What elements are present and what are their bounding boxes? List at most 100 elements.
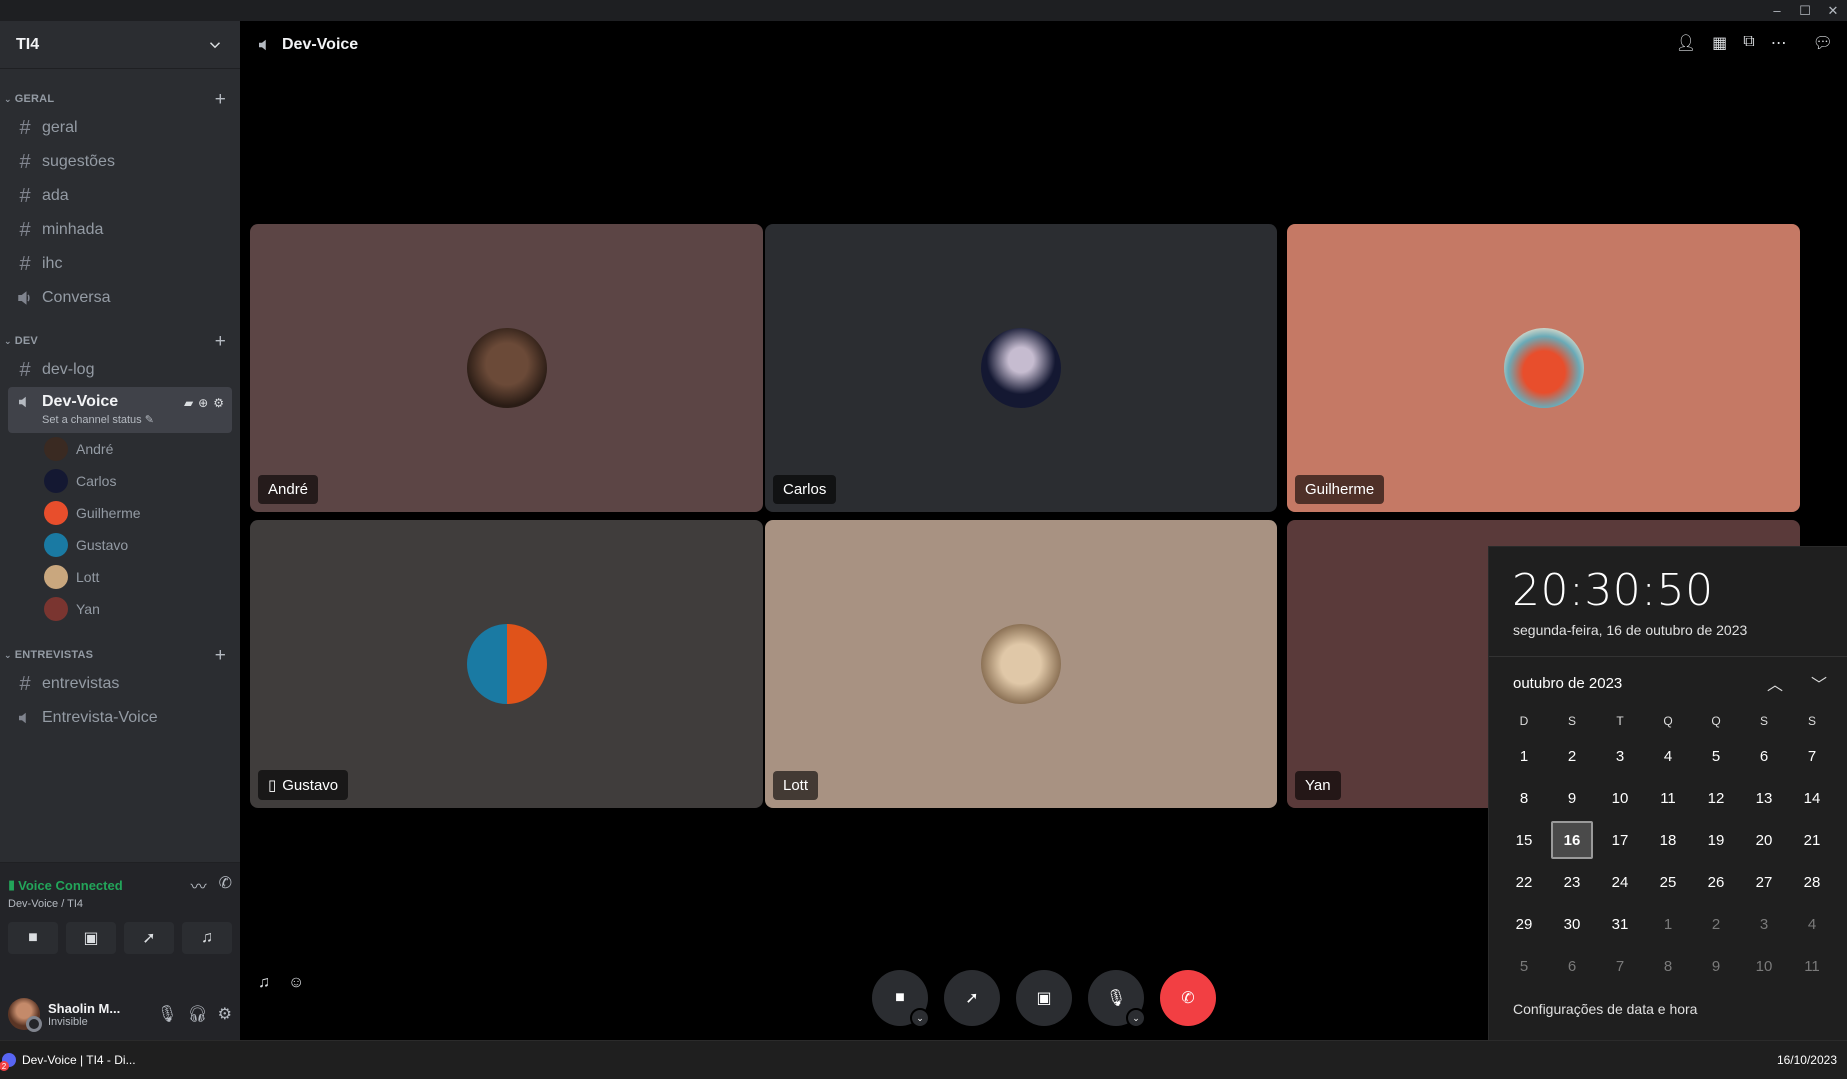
calendar-day[interactable]: 30 xyxy=(1548,903,1596,945)
channel-geral[interactable]: # geral xyxy=(8,111,232,145)
calendar-day[interactable]: 13 xyxy=(1740,777,1788,819)
category-entrevistas[interactable]: ⌄ ENTREVISTAS + xyxy=(0,643,240,667)
chevron-down-icon[interactable]: ﹀ xyxy=(1811,671,1827,695)
calendar-day[interactable]: 27 xyxy=(1740,861,1788,903)
chevron-up-icon[interactable]: ︿ xyxy=(1767,671,1783,695)
calendar-day[interactable]: 2 xyxy=(1548,735,1596,777)
calendar-day[interactable]: 10 xyxy=(1596,777,1644,819)
calendar-day[interactable]: 28 xyxy=(1788,861,1836,903)
calendar-day-today[interactable]: 16 xyxy=(1548,819,1596,861)
server-header[interactable]: TI4 xyxy=(0,21,240,69)
calendar-day[interactable]: 7 xyxy=(1788,735,1836,777)
chevron-down-icon[interactable]: ⌄ xyxy=(1126,1008,1146,1028)
grid-layout-icon[interactable]: ▦ xyxy=(1712,33,1727,53)
noise-suppression-icon[interactable]: 〰 xyxy=(191,873,207,897)
calendar-day[interactable]: 3 xyxy=(1740,903,1788,945)
channel-minhada[interactable]: # minhada xyxy=(8,213,232,247)
calendar-day[interactable]: 15 xyxy=(1500,819,1548,861)
calendar-day[interactable]: 5 xyxy=(1692,735,1740,777)
calendar-day[interactable]: 11 xyxy=(1644,777,1692,819)
calendar-day[interactable]: 9 xyxy=(1692,945,1740,987)
minimize-button[interactable]: – xyxy=(1763,0,1791,21)
calendar-day[interactable]: 4 xyxy=(1788,903,1836,945)
chevron-down-icon[interactable]: ⌄ xyxy=(910,1008,930,1028)
channel-entrevista-voice[interactable]: Entrevista-Voice xyxy=(8,701,232,735)
mic-button[interactable]: 🎙︎ ⌄ xyxy=(1088,970,1146,1028)
calendar-day[interactable]: 20 xyxy=(1740,819,1788,861)
calendar-day[interactable]: 1 xyxy=(1500,735,1548,777)
chat-icon[interactable]: ▰ xyxy=(184,396,193,410)
headphones-icon[interactable]: 🎧︎ xyxy=(187,1004,207,1024)
voice-user-gustavo[interactable]: Gustavo xyxy=(44,529,240,561)
calendar-day[interactable]: 22 xyxy=(1500,861,1548,903)
calendar-day[interactable]: 8 xyxy=(1644,945,1692,987)
voice-user-andre[interactable]: André xyxy=(44,433,240,465)
close-button[interactable]: ✕ xyxy=(1819,0,1847,21)
channel-sugestoes[interactable]: # sugestões xyxy=(8,145,232,179)
gear-icon[interactable]: ⚙ xyxy=(218,1004,232,1024)
voice-user-carlos[interactable]: Carlos xyxy=(44,465,240,497)
calendar-day[interactable]: 6 xyxy=(1548,945,1596,987)
channel-dev-voice[interactable]: Dev-Voice Set a channel status ✎ ▰ ⊕ ⚙ xyxy=(8,387,232,433)
channel-dev-log[interactable]: # dev-log xyxy=(8,353,232,387)
chevron-down-icon[interactable] xyxy=(206,36,224,54)
camera-button[interactable]: ■ xyxy=(8,922,58,954)
add-channel-icon[interactable]: + xyxy=(215,90,226,109)
add-user-icon[interactable]: 👤︎ xyxy=(1676,33,1696,53)
calendar-day[interactable]: 24 xyxy=(1596,861,1644,903)
emoji-icon[interactable]: ☺ xyxy=(288,974,304,992)
chat-icon[interactable]: 💬︎ xyxy=(1813,33,1833,53)
taskbar-date[interactable]: 16/10/2023 xyxy=(1777,1053,1847,1067)
popout-icon[interactable]: ⧉ xyxy=(1743,33,1754,53)
screen-share-button[interactable]: ▣ xyxy=(66,922,116,954)
calendar-day[interactable]: 12 xyxy=(1692,777,1740,819)
calendar-day[interactable]: 2 xyxy=(1692,903,1740,945)
taskbar-app[interactable]: 2 Dev-Voice | TI4 - Di... xyxy=(0,1053,136,1071)
voice-subtitle[interactable]: Dev-Voice / TI4 xyxy=(0,897,240,910)
participant-tile-carlos[interactable]: Carlos xyxy=(765,224,1277,512)
invite-icon[interactable]: ⊕ xyxy=(198,396,208,410)
channel-ada[interactable]: # ada xyxy=(8,179,232,213)
channel-conversa[interactable]: Conversa xyxy=(8,281,232,315)
calendar-day[interactable]: 19 xyxy=(1692,819,1740,861)
voice-user-guilherme[interactable]: Guilherme xyxy=(44,497,240,529)
activity-button[interactable]: ➚ xyxy=(944,970,1000,1026)
voice-user-lott[interactable]: Lott xyxy=(44,561,240,593)
calendar-day[interactable]: 31 xyxy=(1596,903,1644,945)
calendar-day[interactable]: 17 xyxy=(1596,819,1644,861)
calendar-day[interactable]: 18 xyxy=(1644,819,1692,861)
microphone-icon[interactable]: 🎙︎ xyxy=(157,1004,177,1024)
maximize-button[interactable]: ☐ xyxy=(1791,0,1819,21)
calendar-day[interactable]: 6 xyxy=(1740,735,1788,777)
screen-share-button[interactable]: ▣ xyxy=(1016,970,1072,1026)
participant-tile-guilherme[interactable]: Guilherme xyxy=(1287,224,1800,512)
calendar-day[interactable]: 8 xyxy=(1500,777,1548,819)
category-geral[interactable]: ⌄ GERAL + xyxy=(0,87,240,111)
disconnect-button[interactable]: ✆ xyxy=(1160,970,1216,1026)
soundboard-button[interactable]: ♫ xyxy=(182,922,232,954)
participant-tile-gustavo[interactable]: ▯ Gustavo xyxy=(250,520,763,808)
calendar-day[interactable]: 10 xyxy=(1740,945,1788,987)
disconnect-icon[interactable]: ✆ xyxy=(219,873,232,897)
gear-icon[interactable]: ⚙ xyxy=(213,396,224,410)
channel-ihc[interactable]: # ihc xyxy=(8,247,232,281)
calendar-day[interactable]: 23 xyxy=(1548,861,1596,903)
calendar-day[interactable]: 21 xyxy=(1788,819,1836,861)
calendar-day[interactable]: 29 xyxy=(1500,903,1548,945)
calendar-day[interactable]: 26 xyxy=(1692,861,1740,903)
calendar-day[interactable]: 9 xyxy=(1548,777,1596,819)
calendar-day[interactable]: 4 xyxy=(1644,735,1692,777)
more-icon[interactable]: ⋯ xyxy=(1771,33,1787,53)
calendar-day[interactable]: 25 xyxy=(1644,861,1692,903)
activity-button[interactable]: ➚ xyxy=(124,922,174,954)
calendar-day[interactable]: 5 xyxy=(1500,945,1548,987)
add-channel-icon[interactable]: + xyxy=(215,646,226,665)
calendar-month[interactable]: outubro de 2023 xyxy=(1513,675,1622,692)
calendar-day[interactable]: 11 xyxy=(1788,945,1836,987)
channel-status-link[interactable]: Set a channel status ✎ xyxy=(42,413,176,426)
camera-button[interactable]: ■ ⌄ xyxy=(872,970,930,1028)
channel-entrevistas[interactable]: # entrevistas xyxy=(8,667,232,701)
soundboard-icon[interactable]: ♫ xyxy=(258,974,270,992)
calendar-day[interactable]: 14 xyxy=(1788,777,1836,819)
participant-tile-lott[interactable]: Lott xyxy=(765,520,1277,808)
